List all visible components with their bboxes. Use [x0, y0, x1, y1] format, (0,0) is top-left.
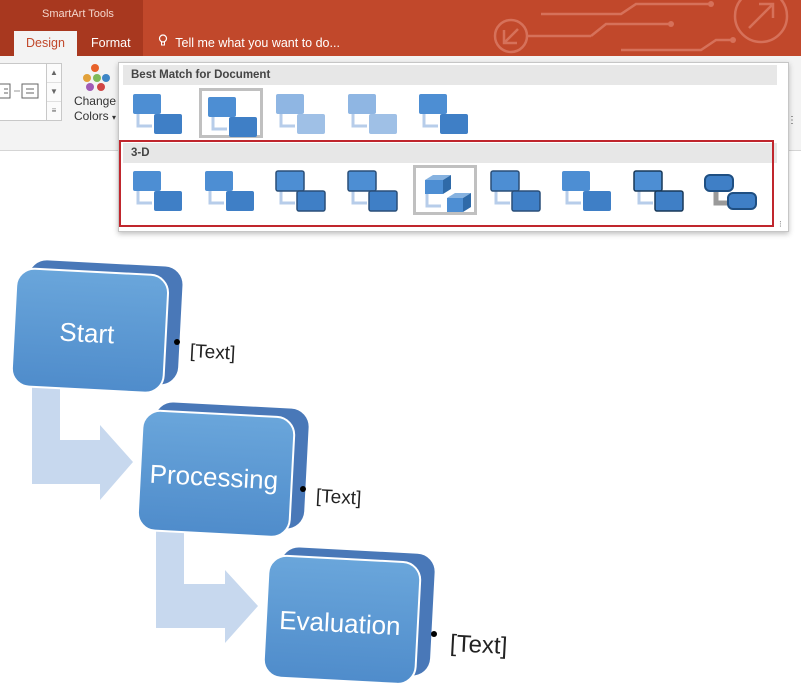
style-preview-icon — [207, 97, 257, 137]
three-d-style-8[interactable] — [628, 165, 692, 215]
style-preview-icon — [275, 170, 326, 212]
best-match-style-5[interactable] — [413, 88, 477, 138]
style-preview-icon — [419, 94, 468, 134]
step-label-start: Start — [59, 317, 116, 350]
three-d-style-5[interactable] — [413, 165, 477, 215]
palette-icon — [80, 62, 110, 91]
section-header-best-match: Best Match for Document — [123, 65, 777, 85]
step-note-processing[interactable]: [Text] — [315, 486, 361, 509]
style-preview-icon — [204, 171, 254, 211]
three-d-style-4[interactable] — [342, 165, 406, 215]
best-match-style-1[interactable] — [127, 88, 191, 138]
scroll-right-icon[interactable]: ⋮ — [787, 115, 801, 126]
three-d-style-1[interactable] — [127, 165, 191, 215]
best-match-style-4[interactable] — [342, 88, 406, 138]
layout-gallery-thumbnail[interactable] — [0, 63, 47, 121]
step-note-evaluation[interactable]: [Text] — [449, 630, 508, 660]
tell-me-text: Tell me what you want to do... — [175, 36, 340, 50]
tell-me-box[interactable]: Tell me what you want to do... — [158, 31, 340, 56]
ribbon-title-bar: SmartArt Tools Design Format Tell me wha… — [0, 0, 801, 56]
resize-grip-icon[interactable]: ⁝ — [779, 219, 782, 230]
style-preview-icon — [632, 170, 684, 212]
style-preview-icon — [347, 94, 397, 134]
scroll-up-icon[interactable]: ▲ — [47, 64, 61, 83]
style-preview-icon — [562, 171, 611, 211]
change-colors-button[interactable]: Change Colors ▾ — [70, 62, 120, 132]
connector-arrow — [32, 380, 133, 500]
best-match-style-2[interactable] — [198, 88, 263, 138]
style-preview-icon — [133, 171, 182, 211]
three-d-style-7[interactable] — [556, 165, 620, 215]
tab-design[interactable]: Design — [14, 31, 77, 56]
style-preview-icon — [704, 174, 757, 210]
section-header-3d: 3-D — [123, 143, 777, 163]
step-label-evaluation: Evaluation — [279, 605, 402, 641]
lightbulb-icon — [158, 31, 172, 56]
style-preview-icon — [425, 175, 471, 212]
best-match-style-3[interactable] — [270, 88, 334, 138]
layout-gallery-scroll[interactable]: ▲ ▼ ≡ — [46, 63, 62, 121]
step-note-start[interactable]: [Text] — [189, 341, 235, 364]
style-preview-icon — [133, 94, 182, 134]
smartart-styles-gallery: Best Match for Document 3-D ⁝ — [118, 62, 789, 232]
context-group-title: SmartArt Tools — [42, 8, 114, 20]
three-d-style-9[interactable] — [699, 165, 763, 215]
three-d-style-2[interactable] — [199, 165, 263, 215]
decorative-circuit-pattern — [493, 0, 789, 54]
three-d-style-6[interactable] — [485, 165, 549, 215]
change-colors-label: Change — [73, 94, 117, 108]
dropdown-arrow-icon: ▾ — [112, 113, 117, 122]
style-preview-icon — [489, 170, 541, 212]
layout-preview-icon — [0, 83, 39, 99]
scroll-down-icon[interactable]: ▼ — [47, 83, 61, 102]
tab-format[interactable]: Format — [79, 31, 143, 56]
change-colors-label-2: Colors ▾ — [73, 109, 117, 123]
style-preview-icon — [346, 170, 398, 212]
ribbon-scroll-right[interactable]: ⋮ — [787, 63, 801, 133]
more-icon[interactable]: ≡ — [47, 102, 61, 120]
connector-arrow — [156, 528, 258, 643]
style-preview-icon — [276, 94, 325, 134]
three-d-style-3[interactable] — [270, 165, 334, 215]
